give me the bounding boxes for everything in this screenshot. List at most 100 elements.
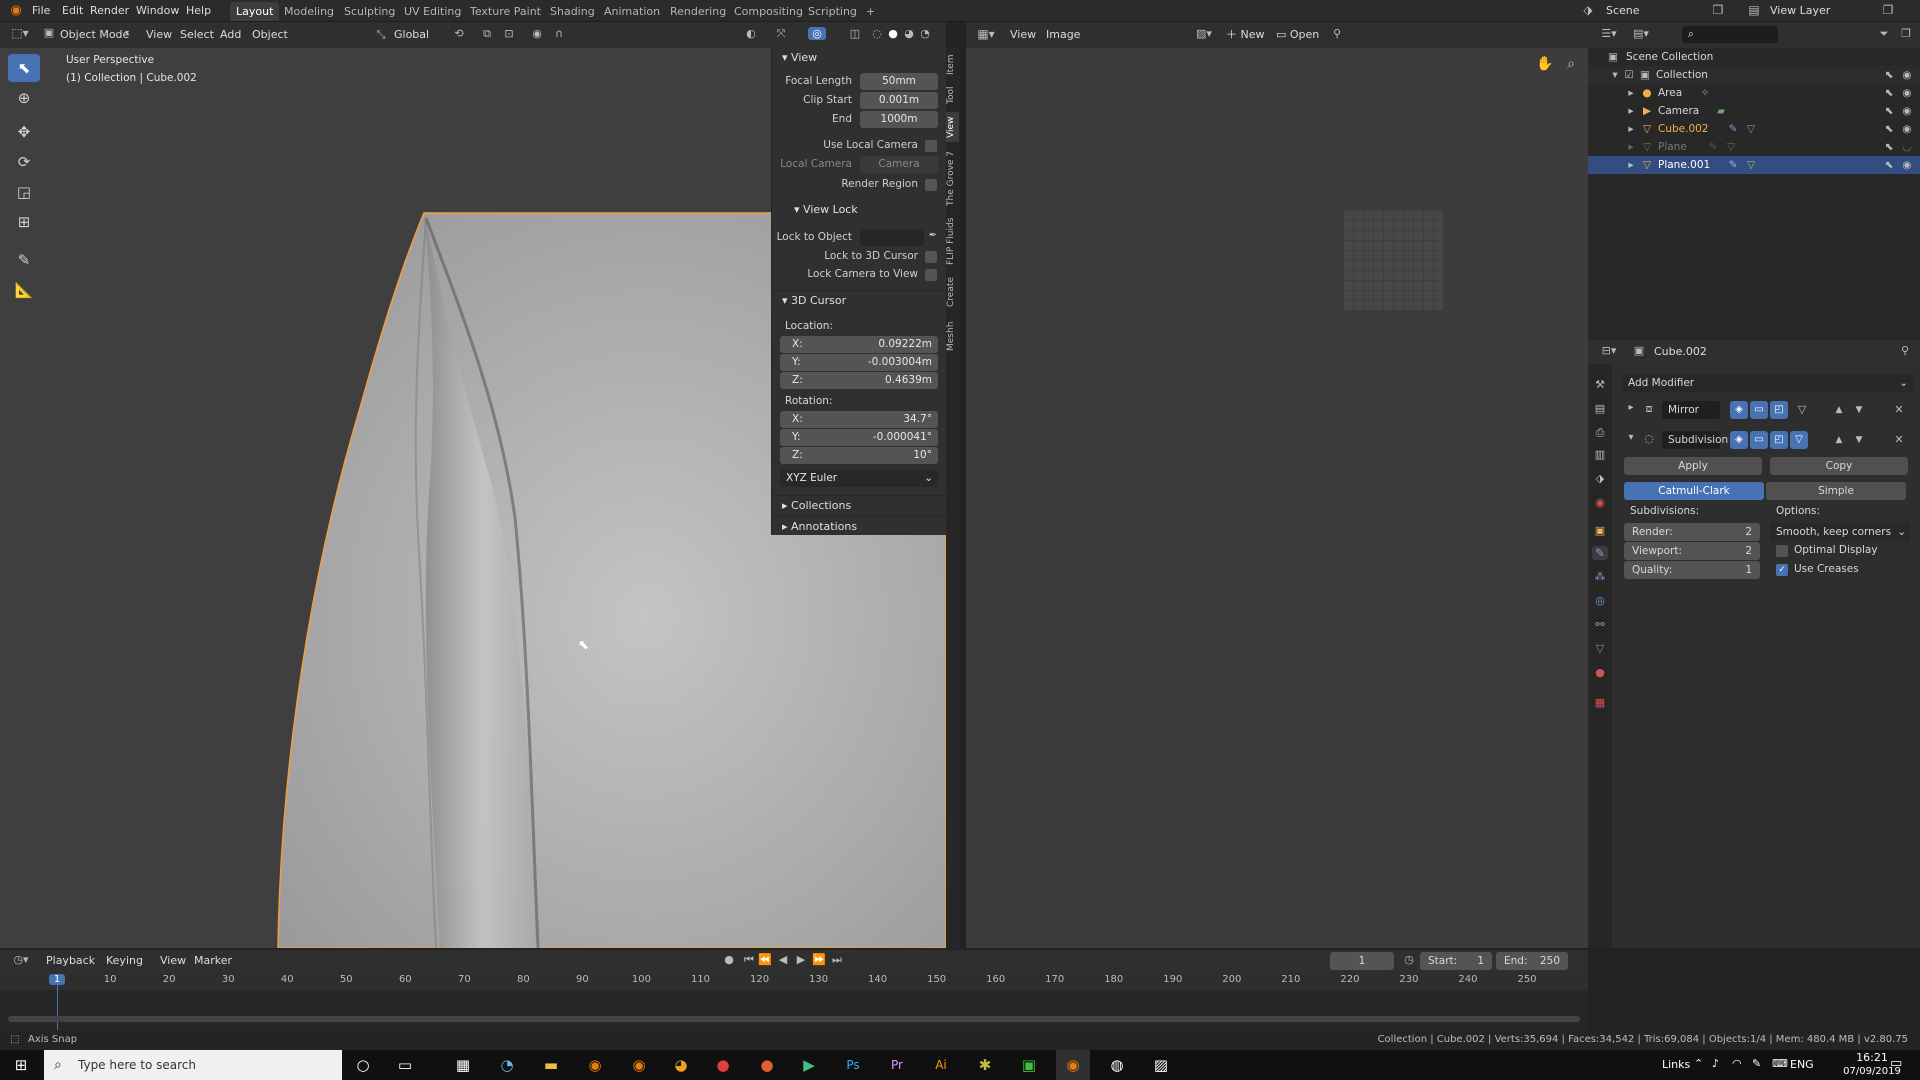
cursor-z-field[interactable]: Z: 0.4639m <box>780 372 938 389</box>
npanel-tab-flip-fluids[interactable]: FLIP Fluids <box>946 214 959 268</box>
outliner-row-cube-002[interactable]: ▸ ▽ Cube.002 ✎ ▽ ⬉ ◉ <box>1588 120 1920 138</box>
windows-start-icon[interactable]: ⊞ <box>4 1050 38 1080</box>
editor-type-icon[interactable]: ⊟▾ <box>1598 344 1620 357</box>
line-app-icon[interactable]: ▣ <box>1012 1050 1046 1080</box>
annotate-tool-button[interactable]: ✎ <box>8 246 40 274</box>
scene-selector[interactable]: Scene <box>1606 0 1640 22</box>
measure-tool-button[interactable]: 📐 <box>8 276 40 304</box>
clip-end-field[interactable]: 1000m <box>860 111 938 128</box>
timeline-body[interactable] <box>0 990 1588 1030</box>
image-menu-view[interactable]: View <box>1006 26 1040 44</box>
npanel-tab-view[interactable]: View <box>946 112 959 142</box>
premiere-icon[interactable]: Pr <box>880 1050 914 1080</box>
cage-toggle-icon[interactable]: ▽ <box>1790 431 1808 449</box>
open-image-button[interactable]: ▭ Open <box>1272 26 1323 44</box>
view-layer-tab-icon[interactable]: ▥ <box>1593 448 1607 461</box>
annotations-header[interactable]: ▸ Annotations <box>772 516 947 536</box>
cursor-y-field[interactable]: Y: -0.003004m <box>780 354 938 371</box>
tab-compositing[interactable]: Compositing <box>728 2 809 21</box>
cursor-tool-button[interactable]: ⊕ <box>8 84 40 112</box>
modifiers-tab-icon[interactable]: ✎ <box>1592 546 1608 560</box>
lock-to-3d-cursor-checkbox[interactable] <box>925 251 937 263</box>
chevron-right-icon[interactable]: ▸ <box>1626 402 1636 413</box>
viewport-menu-object[interactable]: Object <box>248 26 292 44</box>
rotation-x-field[interactable]: X: 34.7° <box>780 411 938 428</box>
orientation-selector[interactable]: Global <box>390 26 433 44</box>
physics-tab-icon[interactable]: ◎ <box>1593 594 1607 607</box>
select-arrow-icon[interactable]: ⬉ <box>1882 102 1896 120</box>
new-collection-icon[interactable]: ❐ <box>1898 27 1914 40</box>
rotate-tool-button[interactable]: ⟳ <box>8 148 40 176</box>
prev-keyframe-icon[interactable]: ⏪ <box>758 953 772 966</box>
timeline-menu-marker[interactable]: Marker <box>190 952 236 970</box>
scale-tool-button[interactable]: ◲ <box>8 178 40 206</box>
select-arrow-icon[interactable]: ⬉ <box>1882 66 1896 84</box>
outliner-row-collection[interactable]: ▾ ☑ ▣ Collection ⬉ ◉ <box>1588 66 1920 84</box>
editor-type-icon[interactable]: ◷▾ <box>10 953 32 966</box>
eye-closed-icon[interactable]: ◡ <box>1900 138 1914 156</box>
editor-type-icon[interactable]: ▦▾ <box>974 27 998 41</box>
render-toggle-icon[interactable]: ◰ <box>1770 401 1788 419</box>
jump-start-icon[interactable]: ⏮ <box>742 953 756 967</box>
rotation-z-field[interactable]: Z: 10° <box>780 447 938 464</box>
keyboard-icon[interactable]: ⌨ <box>1772 1057 1788 1070</box>
outliner-row-plane-001[interactable]: ▸ ▽ Plane.001 ✎ ▽ ⬉ ◉ <box>1588 156 1920 174</box>
visibility-icon[interactable]: ◐ <box>742 27 760 40</box>
shading-solid-icon[interactable]: ● <box>886 27 900 40</box>
uv-smooth-dropdown[interactable]: Smooth, keep corners ⌄ <box>1770 523 1910 541</box>
notifications-icon[interactable]: ▭ <box>1890 1056 1902 1071</box>
cortana-icon[interactable]: ○ <box>346 1050 380 1080</box>
render-tab-icon[interactable]: ▤ <box>1593 402 1607 415</box>
overlays-icon[interactable]: ◎ <box>808 27 826 40</box>
jump-end-icon[interactable]: ⏭ <box>830 953 844 967</box>
render-toggle-icon[interactable]: ◰ <box>1770 431 1788 449</box>
pan-hand-icon[interactable]: ✋ <box>1536 56 1554 72</box>
snap-target-icon[interactable]: ⊡ <box>500 27 518 40</box>
tab-shading[interactable]: Shading <box>544 2 601 21</box>
editor-type-icon[interactable]: ☰▾ <box>1598 27 1620 40</box>
proportional-edit-icon[interactable]: ◉ <box>528 27 546 40</box>
3d-cursor-header[interactable]: ▾ 3D Cursor <box>772 290 947 310</box>
lock-to-object-field[interactable] <box>860 229 924 246</box>
eye-icon[interactable]: ◉ <box>1900 156 1914 174</box>
render-levels-field[interactable]: Render: 2 <box>1624 523 1760 541</box>
view-layer-selector[interactable]: View Layer <box>1770 0 1830 22</box>
pin-icon[interactable]: ⚲ <box>1898 344 1912 357</box>
outliner-search-input[interactable]: ⌕ <box>1682 26 1778 43</box>
npanel-tab-item[interactable]: Item <box>946 52 959 78</box>
transform-tool-button[interactable]: ⊞ <box>8 208 40 236</box>
blender-icon[interactable]: ◉ <box>578 1050 612 1080</box>
close-icon[interactable]: ✕ <box>1892 401 1906 419</box>
output-tab-icon[interactable]: ⎙ <box>1593 426 1607 440</box>
npanel-tab-create[interactable]: Create <box>946 274 959 310</box>
tab-modeling[interactable]: Modeling <box>278 2 340 21</box>
tray-chevron-icon[interactable]: ⌃ <box>1694 1057 1703 1070</box>
image-editor[interactable]: ▦▾ View Image ▨▾ ＋ New ▭ Open ⚲ ✋ ⌕ <box>966 22 1588 948</box>
falloff-icon[interactable]: ∩ <box>550 27 568 40</box>
tab-rendering[interactable]: Rendering <box>664 2 732 21</box>
menu-file[interactable]: File <box>32 0 50 22</box>
current-frame-field[interactable]: 1 <box>1330 952 1394 970</box>
world-tab-icon[interactable]: ◉ <box>1593 496 1607 509</box>
lock-camera-to-view-checkbox[interactable] <box>925 269 937 281</box>
focal-length-field[interactable]: 50mm <box>860 73 938 90</box>
npanel-tab-the-grove[interactable]: The Grove 7 <box>946 148 959 208</box>
gizmo-icon[interactable]: ⤧ <box>772 27 790 41</box>
blender-logo-icon[interactable]: ◉ <box>8 3 24 19</box>
outliner-row-scene-collection[interactable]: ▣ Scene Collection <box>1588 48 1920 66</box>
links-label[interactable]: Links <box>1662 1058 1690 1071</box>
quality-field[interactable]: Quality: 1 <box>1624 561 1760 579</box>
app-circle-icon[interactable]: ◍ <box>1100 1050 1134 1080</box>
shading-rendered-icon[interactable]: ◔ <box>918 27 932 40</box>
cage-toggle-icon[interactable]: ▽ <box>1794 401 1810 419</box>
play-store-icon[interactable]: ▶ <box>792 1050 826 1080</box>
tab-animation[interactable]: Animation <box>598 2 666 21</box>
data-tab-icon[interactable]: ▽ <box>1593 642 1607 655</box>
tool-tab-icon[interactable]: ⚒ <box>1593 378 1607 391</box>
timeline-scrollbar[interactable] <box>8 1016 1580 1022</box>
select-arrow-icon[interactable]: ⬉ <box>1882 84 1896 102</box>
view-layer-icon[interactable]: ▤ <box>1746 3 1762 17</box>
new-view-layer-icon[interactable]: ❐ <box>1880 3 1896 17</box>
next-keyframe-icon[interactable]: ⏩ <box>812 953 826 966</box>
subdivision-name-field[interactable]: Subdivision <box>1662 431 1728 449</box>
